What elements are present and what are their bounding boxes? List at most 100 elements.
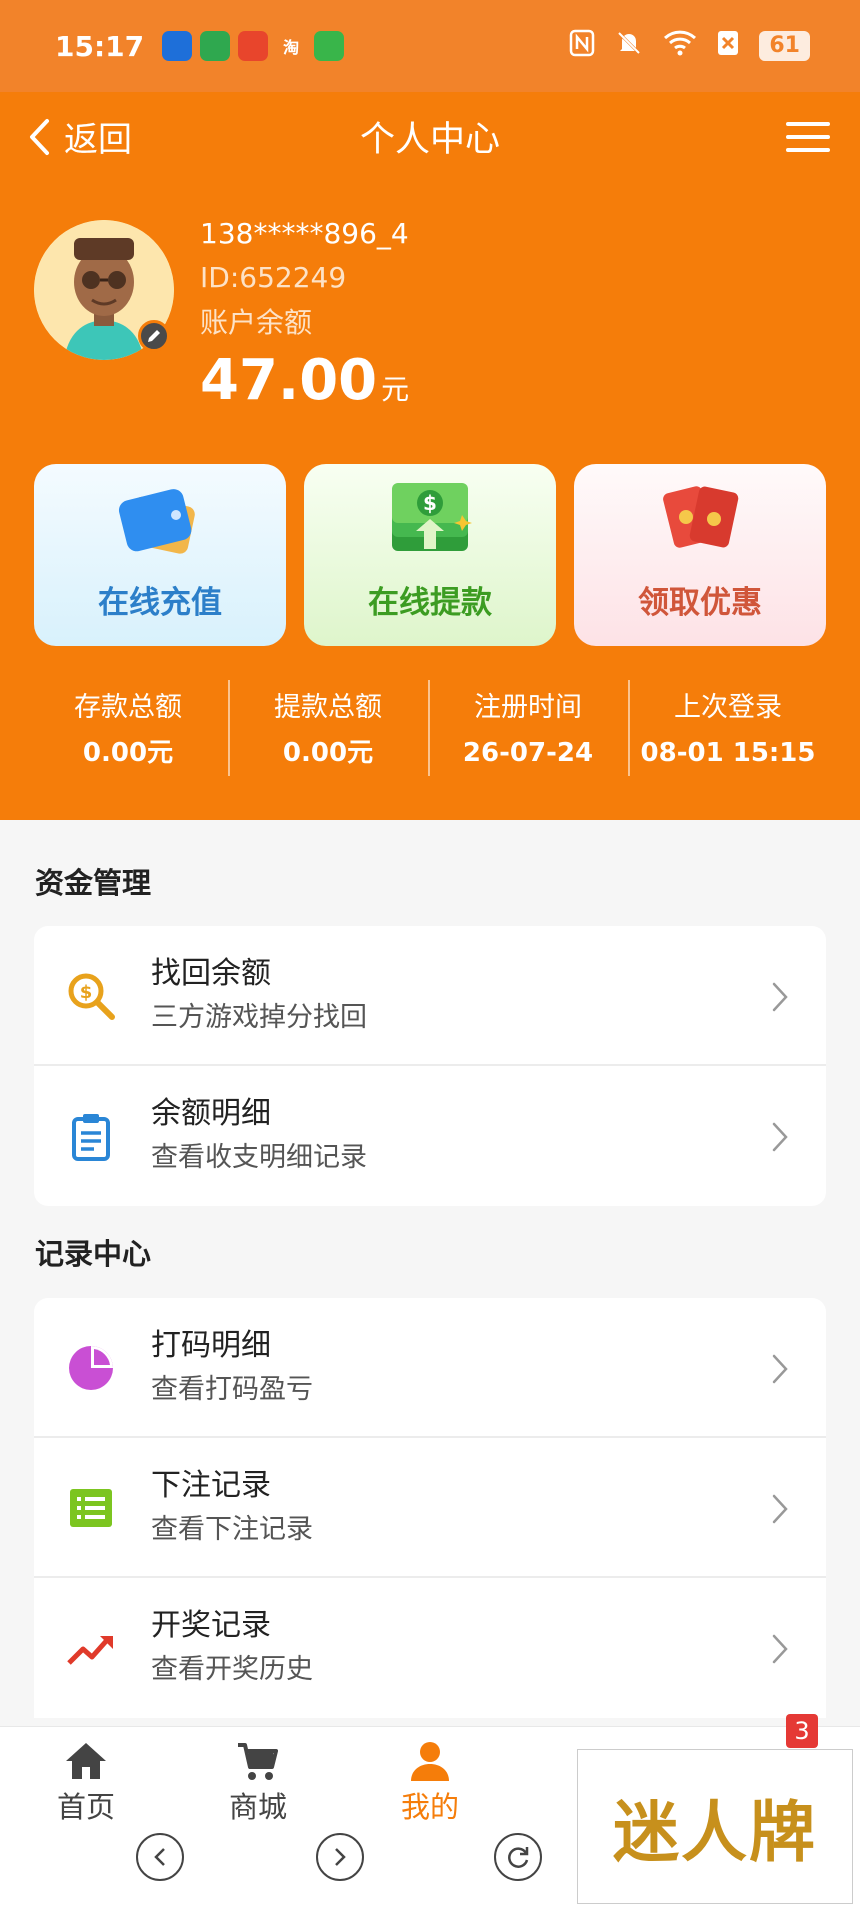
balance-label: 账户余额 (200, 306, 313, 339)
recharge-label: 在线充值 (98, 585, 222, 621)
list-item-betting-detail[interactable]: 打码明细 查看打码盈亏 (34, 1298, 826, 1438)
stat-value: 0.00元 (82, 738, 174, 768)
balance: 47.00 元 (200, 348, 409, 413)
withdraw-card[interactable]: $ 在线提款 (304, 464, 556, 646)
nfc-icon (569, 29, 595, 64)
app-notification-icon (162, 31, 193, 61)
balance-amount: 47.00 (200, 348, 378, 413)
promo-label: 领取优惠 (638, 585, 762, 621)
app-notification-icon (238, 31, 269, 61)
app-notification-icon (200, 31, 231, 61)
browser-back-button[interactable] (136, 1833, 184, 1881)
search-money-icon: $ (68, 973, 115, 1020)
mute-icon (615, 29, 643, 64)
tab-shop[interactable]: 商城 (188, 1739, 328, 1827)
chevron-right-icon (772, 1122, 788, 1152)
no-sim-icon (717, 30, 739, 63)
status-icons: 61 (569, 29, 810, 64)
tab-label: 我的 (400, 1790, 459, 1824)
pie-chart-icon (69, 1346, 113, 1390)
tab-label: 首页 (56, 1790, 115, 1824)
user-icon (411, 1742, 449, 1781)
row-title: 开奖记录 (151, 1608, 271, 1643)
cart-icon (238, 1743, 278, 1780)
wallet-icon (118, 489, 195, 554)
row-subtitle: 查看开奖历史 (151, 1654, 313, 1685)
profile-info: 138*****896_4 ID:652249 账户余额 47.00 元 (200, 212, 409, 413)
chevron-left-icon (30, 118, 49, 155)
stat-value: 26-07-24 (462, 738, 594, 768)
chevron-right-icon (772, 1494, 788, 1524)
row-title: 余额明细 (151, 1096, 271, 1131)
browser-refresh-button[interactable] (494, 1833, 542, 1881)
records-group: 打码明细 查看打码盈亏 下注记录 查看下注记录 开奖记录 查看开奖历史 (34, 1298, 826, 1718)
cash-icon: $ (392, 483, 472, 551)
chevron-right-icon (772, 1354, 788, 1384)
row-title: 下注记录 (151, 1468, 271, 1503)
brand-text: 迷人牌 (613, 1792, 817, 1871)
trend-icon (67, 1636, 113, 1665)
browser-forward-button[interactable] (316, 1833, 364, 1881)
stat-withdraw-total: 提款总额 0.00元 (228, 680, 428, 776)
stat-deposit-total: 存款总额 0.00元 (28, 680, 228, 776)
row-subtitle: 查看下注记录 (151, 1514, 313, 1545)
status-time: 15:17 (55, 29, 145, 63)
tab-mine[interactable]: 我的 (360, 1739, 500, 1827)
tab-home[interactable]: 首页 (16, 1739, 156, 1827)
home-icon (66, 1743, 106, 1779)
row-text: 找回余额 三方游戏掉分找回 (151, 952, 367, 1040)
stat-label: 上次登录 (674, 692, 782, 723)
clipboard-icon (72, 1114, 110, 1161)
stat-register-time: 注册时间 26-07-24 (428, 680, 628, 776)
status-bar: 15:17 淘 61 (0, 0, 860, 92)
back-label: 返回 (64, 120, 132, 160)
list-item-bet-records[interactable]: 下注记录 查看下注记录 (34, 1438, 826, 1578)
recharge-card[interactable]: 在线充值 (34, 464, 286, 646)
row-text: 打码明细 查看打码盈亏 (151, 1324, 313, 1412)
chevron-right-icon (772, 982, 788, 1012)
quick-actions: 在线充值 $ 在线提款 领取优惠 (34, 464, 826, 646)
stat-last-login: 上次登录 08-01 15:15 (628, 680, 828, 776)
list-icon (70, 1489, 112, 1527)
svg-text:$: $ (423, 491, 437, 515)
brand-logo[interactable]: 迷人牌 (577, 1749, 853, 1904)
refresh-icon (508, 1847, 529, 1868)
edit-avatar-icon[interactable] (138, 320, 170, 352)
account-stats: 存款总额 0.00元 提款总额 0.00元 注册时间 26-07-24 上次登录… (28, 680, 828, 776)
row-title: 找回余额 (151, 956, 271, 991)
list-item-draw-records[interactable]: 开奖记录 查看开奖历史 (34, 1578, 826, 1718)
video-app-icon (314, 31, 345, 61)
user-phone: 138*****896_4 (200, 217, 409, 250)
battery-level: 61 (759, 31, 810, 61)
row-subtitle: 查看打码盈亏 (151, 1374, 313, 1405)
user-id: ID:652249 (200, 261, 347, 294)
chevron-left-icon (154, 1848, 165, 1866)
promo-card[interactable]: 领取优惠 (574, 464, 826, 646)
stat-value: 0.00元 (282, 738, 374, 768)
row-text: 开奖记录 查看开奖历史 (151, 1604, 313, 1692)
menu-icon[interactable] (786, 122, 830, 152)
row-title: 打码明细 (151, 1328, 271, 1363)
chevron-right-icon (335, 1848, 346, 1866)
stat-label: 提款总额 (274, 692, 382, 723)
funds-group: $ 找回余额 三方游戏掉分找回 余额明细 查看收支明细记录 (34, 926, 826, 1206)
row-text: 下注记录 查看下注记录 (151, 1464, 313, 1552)
row-subtitle: 查看收支明细记录 (151, 1142, 367, 1173)
chevron-right-icon (772, 1634, 788, 1664)
stat-value: 08-01 15:15 (640, 738, 816, 768)
red-envelope-icon (663, 486, 739, 548)
tab-label: 商城 (228, 1790, 287, 1824)
list-item-balance-detail[interactable]: 余额明细 查看收支明细记录 (34, 1066, 826, 1206)
row-subtitle: 三方游戏掉分找回 (151, 1002, 367, 1033)
section-title-records: 记录中心 (35, 1237, 152, 1271)
nav-bar: 返回 个人中心 (0, 92, 860, 180)
notification-badge: 3 (786, 1714, 818, 1748)
list-item-recover-balance[interactable]: $ 找回余额 三方游戏掉分找回 (34, 926, 826, 1066)
section-title-funds: 资金管理 (35, 866, 152, 900)
taobao-icon: 淘 (283, 38, 300, 57)
back-button[interactable]: 返回 (28, 112, 132, 161)
withdraw-label: 在线提款 (368, 585, 492, 621)
profile-summary: 138*****896_4 ID:652249 账户余额 47.00 元 (34, 217, 814, 420)
balance-unit: 元 (381, 373, 410, 406)
notification-apps: 淘 (162, 31, 345, 61)
